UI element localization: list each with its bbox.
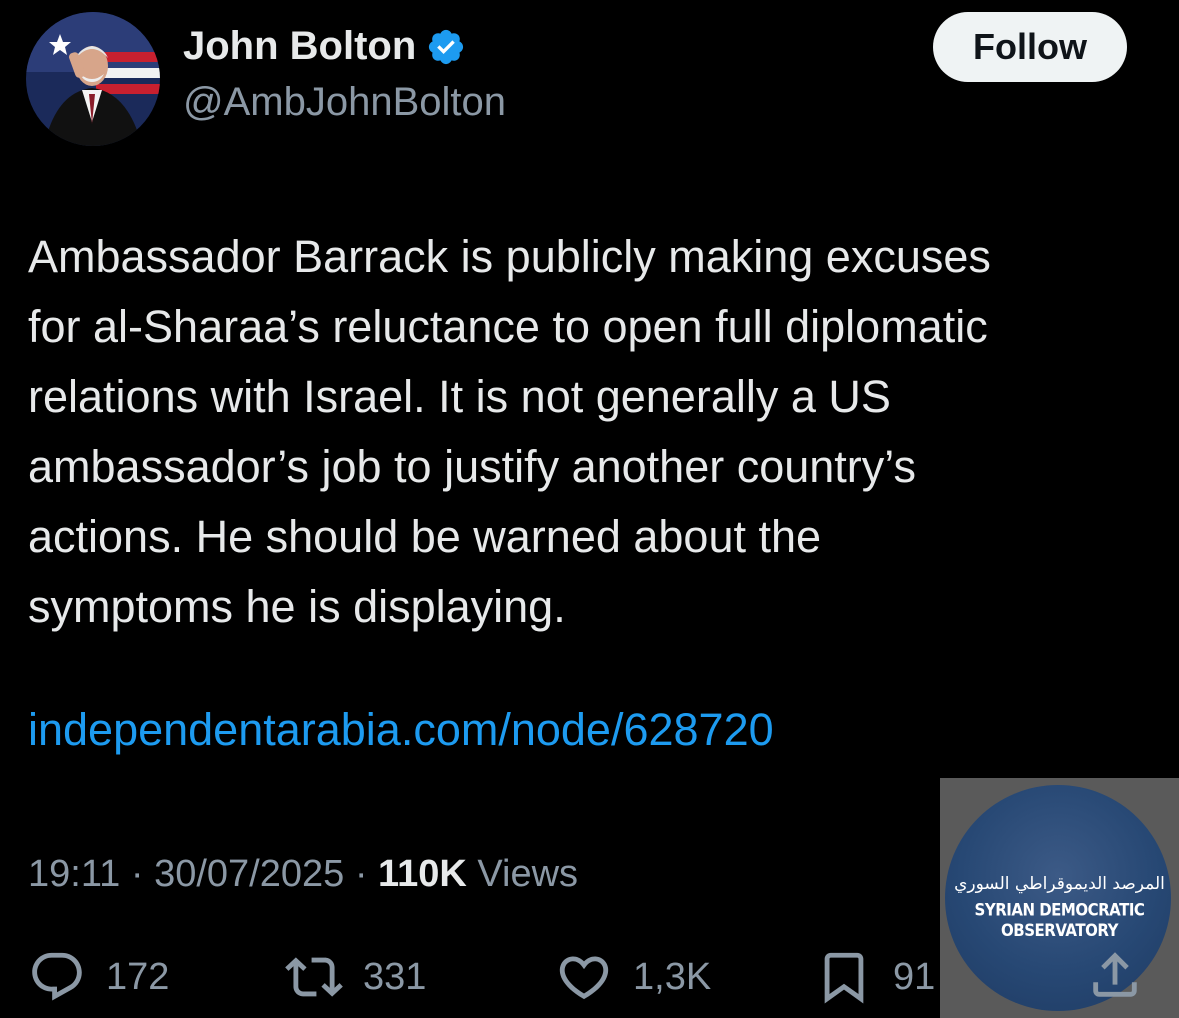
like-count: 1,3K — [633, 955, 712, 998]
reply-button[interactable]: 172 — [28, 948, 169, 1006]
watermark-english: SYRIAN DEMOCRATIC OBSERVATORY — [974, 899, 1145, 941]
reply-count: 172 — [106, 955, 170, 998]
share-icon[interactable] — [1086, 946, 1144, 1004]
like-button[interactable]: 1,3K — [555, 948, 711, 1006]
tweet-line: actions. He should be warned about the — [28, 511, 822, 562]
meta-separator: · — [354, 853, 379, 895]
meta-separator: · — [130, 853, 155, 895]
tweet-line: symptoms he is displaying. — [28, 581, 566, 632]
watermark: المرصد الديموقراطي السوري SYRIAN DEMOCRA… — [940, 778, 1179, 1018]
author-name-row[interactable]: John Bolton — [183, 24, 466, 69]
bookmark-count: 91 — [893, 955, 936, 998]
author-name[interactable]: John Bolton — [183, 24, 416, 69]
views-label: Views — [477, 853, 579, 895]
repost-count: 331 — [363, 955, 427, 998]
author-handle[interactable]: @AmbJohnBolton — [183, 80, 506, 125]
tweet-line: relations with Israel. It is not general… — [28, 371, 891, 422]
tweet-line: for al-Sharaa’s reluctance to open full … — [28, 301, 988, 352]
bookmark-icon — [824, 952, 864, 1004]
views-count: 110K — [378, 853, 467, 895]
watermark-arabic: المرصد الديموقراطي السوري — [954, 874, 1165, 894]
avatar-image — [26, 12, 160, 146]
avatar[interactable] — [26, 12, 160, 146]
tweet-meta: 19:11 · 30/07/2025 · 110K Views — [28, 853, 578, 896]
verified-badge-icon — [426, 27, 466, 67]
tweet-link[interactable]: independentarabia.com/node/628720 — [28, 704, 774, 756]
reply-icon — [32, 952, 82, 1001]
tweet-line: Ambassador Barrack is publicly making ex… — [28, 231, 991, 282]
tweet-line: ambassador’s job to justify another coun… — [28, 441, 916, 492]
tweet-time[interactable]: 19:11 — [28, 853, 120, 895]
repost-icon — [285, 957, 343, 997]
bookmark-button[interactable]: 91 — [815, 948, 935, 1006]
heart-icon — [559, 956, 609, 1000]
tweet-date[interactable]: 30/07/2025 — [154, 853, 344, 895]
repost-button[interactable]: 331 — [285, 948, 426, 1006]
follow-button[interactable]: Follow — [933, 12, 1127, 82]
tweet-text: Ambassador Barrack is publicly making ex… — [28, 222, 1158, 642]
